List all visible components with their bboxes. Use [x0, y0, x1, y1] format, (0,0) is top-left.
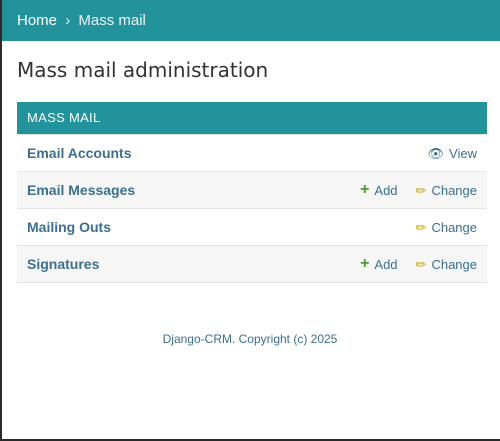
email-messages-add-link[interactable]: + Add — [360, 182, 397, 198]
signatures-link[interactable]: Signatures — [27, 256, 99, 272]
mailing-outs-change-link[interactable]: ✏ Change — [416, 220, 477, 235]
mailing-outs-link[interactable]: Mailing Outs — [27, 219, 111, 235]
plus-icon: + — [360, 181, 370, 198]
email-accounts-link[interactable]: Email Accounts — [27, 145, 132, 161]
add-label: Add — [374, 256, 398, 272]
email-accounts-view-link[interactable]: 👁 View — [428, 146, 477, 161]
row-actions: ✏ Change — [398, 209, 477, 245]
row-actions: + Add ✏ Change — [342, 172, 477, 208]
breadcrumb-home-link[interactable]: Home — [17, 12, 57, 29]
mass-mail-module: MASS MAIL Email Accounts 👁 View Email Me… — [17, 102, 487, 283]
window-left-border — [0, 0, 2, 441]
model-row-email-accounts: Email Accounts 👁 View — [17, 134, 487, 171]
change-label: Change — [431, 182, 477, 198]
add-label: Add — [374, 182, 398, 198]
pencil-icon: ✏ — [415, 256, 427, 272]
change-label: Change — [431, 256, 477, 272]
row-actions: 👁 View — [350, 135, 477, 171]
model-row-signatures: Signatures + Add ✏ Change — [17, 245, 487, 282]
signatures-add-link[interactable]: + Add — [360, 256, 397, 272]
pencil-icon: ✏ — [415, 182, 427, 198]
plus-icon: + — [360, 255, 370, 272]
row-actions: + Add ✏ Change — [342, 246, 477, 282]
model-row-mailing-outs: Mailing Outs ✏ Change — [17, 208, 487, 245]
breadcrumb-current: Mass mail — [78, 12, 146, 29]
model-row-email-messages: Email Messages + Add ✏ Change — [17, 171, 487, 208]
pencil-icon: ✏ — [415, 219, 427, 235]
footer-copyright: Django-CRM. Copyright (c) 2025 — [162, 332, 338, 346]
page-title: Mass mail administration — [17, 58, 269, 82]
breadcrumb: Home › Mass mail — [2, 0, 500, 41]
breadcrumb-separator: › — [65, 12, 71, 29]
signatures-change-link[interactable]: ✏ Change — [416, 257, 477, 272]
view-label: View — [449, 145, 477, 161]
email-messages-link[interactable]: Email Messages — [27, 182, 135, 198]
email-messages-change-link[interactable]: ✏ Change — [416, 183, 477, 198]
module-caption: MASS MAIL — [17, 102, 487, 134]
change-label: Change — [431, 219, 477, 235]
eye-icon: 👁 — [427, 145, 445, 161]
